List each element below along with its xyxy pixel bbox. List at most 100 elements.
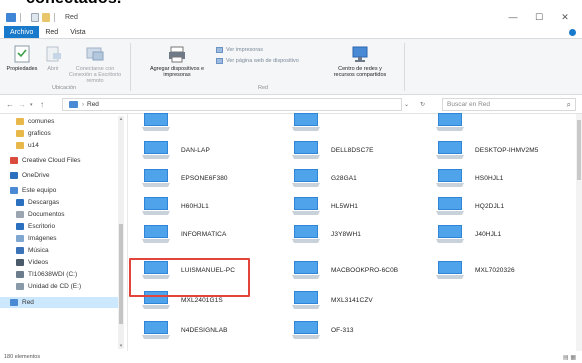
- nav-item-label: Imágenes: [28, 235, 57, 242]
- network-computer-item[interactable]: OF-313: [291, 316, 431, 344]
- nav-item[interactable]: TI10638WDI (C:): [0, 269, 118, 280]
- minimize-button[interactable]: —: [500, 10, 526, 24]
- close-button[interactable]: ✕: [552, 10, 578, 24]
- breadcrumb-red[interactable]: Red: [87, 101, 99, 108]
- properties-label: Propiedades: [6, 66, 38, 72]
- tab-red[interactable]: Red: [39, 26, 64, 38]
- computer-icon: [142, 113, 170, 131]
- caption-text: conectados.: [26, 0, 122, 8]
- chevron-right-icon: ›: [82, 101, 84, 108]
- network-computer-item[interactable]: MACBOOKPRO-6C0B: [291, 256, 431, 284]
- network-computer-item[interactable]: HQ2DJL1: [435, 192, 575, 220]
- network-computer-item[interactable]: DELL8DSC7E: [291, 136, 431, 164]
- computer-icon: [292, 291, 320, 309]
- computer-icon: [292, 113, 320, 131]
- nav-item-label: Creative Cloud Files: [22, 157, 81, 164]
- network-center-icon: [352, 46, 368, 62]
- network-items-view: DAN-LAP DELL8DSC7E DESKTOP-IHMV2M5 EPSONE6F…: [129, 113, 582, 351]
- nav-item[interactable]: Música: [0, 245, 118, 256]
- back-arrow-icon[interactable]: ←: [6, 100, 14, 109]
- network-computer-item[interactable]: MXL3141CZV: [291, 286, 431, 314]
- network-icon: [6, 12, 16, 22]
- help-icon[interactable]: [569, 29, 576, 36]
- computer-name: G28GA1: [331, 174, 357, 182]
- nav-item[interactable]: comunes: [0, 116, 118, 127]
- network-computer-item[interactable]: INFORMATICA: [141, 220, 281, 248]
- nav-item[interactable]: OneDrive: [0, 170, 118, 181]
- recent-chevron-icon[interactable]: ▾: [30, 102, 33, 108]
- web-page-icon: [216, 58, 223, 64]
- properties-icon[interactable]: [31, 12, 39, 22]
- ribbon-tabs: Archivo Red Vista: [0, 26, 582, 38]
- refresh-icon[interactable]: ↻: [420, 101, 425, 108]
- nav-item[interactable]: Documentos: [0, 209, 118, 220]
- scroll-down-icon[interactable]: ▾: [118, 343, 124, 349]
- network-computer-item[interactable]: HL5WH1: [291, 192, 431, 220]
- add-devices-button[interactable]: Agregar dispositivos e impresoras: [144, 45, 210, 78]
- computer-name: OF-313: [331, 326, 354, 334]
- computer-name: MXL3141CZV: [331, 296, 373, 304]
- view-printers-label: Ver impresoras: [226, 47, 263, 53]
- remote-desktop-button[interactable]: Conectarse con Conexión a Escritorio rem…: [64, 45, 126, 84]
- view-printers-button[interactable]: Ver impresoras: [216, 47, 263, 53]
- network-computer-item[interactable]: HS0HJL1: [435, 164, 575, 192]
- nav-item[interactable]: u14: [0, 140, 118, 151]
- up-arrow-icon[interactable]: ↑: [40, 100, 44, 109]
- tab-vista[interactable]: Vista: [64, 26, 91, 38]
- open-button[interactable]: Abrir: [42, 45, 64, 72]
- computer-icon: [292, 225, 320, 243]
- nav-item[interactable]: Creative Cloud Files: [0, 155, 118, 166]
- scroll-up-icon[interactable]: ▴: [118, 116, 124, 122]
- computer-icon: [436, 113, 464, 131]
- nav-item-label: TI10638WDI (C:): [28, 271, 78, 278]
- view-toggle-icon[interactable]: ▤ ▦: [563, 354, 576, 361]
- creative-cloud-icon: [10, 157, 18, 164]
- content-scrollbar[interactable]: [576, 114, 582, 351]
- network-computer-item[interactable]: [435, 108, 575, 136]
- network-computer-item[interactable]: N4DESIGNLAB: [141, 316, 281, 344]
- documents-icon: [16, 211, 24, 218]
- computer-name: MXL2401G1S: [181, 296, 223, 304]
- computer-icon: [436, 225, 464, 243]
- network-computer-item[interactable]: J40HJL1: [435, 220, 575, 248]
- nav-item[interactable]: Vídeos: [0, 257, 118, 268]
- nav-item[interactable]: Escritorio: [0, 221, 118, 232]
- network-computer-item[interactable]: DAN-LAP: [141, 136, 281, 164]
- computer-name: DAN-LAP: [181, 146, 210, 154]
- tab-archivo[interactable]: Archivo: [4, 26, 40, 38]
- computer-icon: [292, 141, 320, 159]
- nav-item[interactable]: Unidad de CD (E:): [0, 281, 118, 292]
- network-computer-item[interactable]: EPSONE6F380: [141, 164, 281, 192]
- nav-item[interactable]: Descargas: [0, 197, 118, 208]
- view-device-page-label: Ver página web de dispositivo: [226, 58, 299, 64]
- network-computer-item[interactable]: [141, 108, 281, 136]
- properties-button[interactable]: Propiedades: [4, 45, 40, 72]
- view-device-page-button[interactable]: Ver página web de dispositivo: [216, 58, 299, 64]
- scroll-thumb[interactable]: [119, 224, 123, 324]
- network-computer-item[interactable]: DESKTOP-IHMV2M5: [435, 136, 575, 164]
- nav-scrollbar[interactable]: ▴ ▾: [118, 116, 124, 349]
- nav-item[interactable]: Red: [0, 297, 118, 308]
- scroll-thumb[interactable]: [577, 120, 581, 180]
- computer-name: DESKTOP-IHMV2M5: [475, 146, 539, 154]
- new-folder-icon[interactable]: [42, 12, 50, 22]
- network-computer-item[interactable]: [435, 286, 575, 314]
- network-computer-item[interactable]: H60HJL1: [141, 192, 281, 220]
- forward-arrow-icon[interactable]: →: [18, 100, 26, 109]
- network-icon: [10, 299, 18, 306]
- network-computer-item[interactable]: MXL7020326: [435, 256, 575, 284]
- network-computer-item[interactable]: J3Y8WH1: [291, 220, 431, 248]
- maximize-button[interactable]: ☐: [526, 10, 552, 24]
- nav-item[interactable]: graficos: [0, 128, 118, 139]
- network-computer-item[interactable]: [291, 108, 431, 136]
- address-dropdown-icon[interactable]: ⌄: [404, 101, 409, 108]
- cd-drive-icon: [16, 283, 24, 290]
- network-center-button[interactable]: Centro de redes y recursos compartidos: [328, 45, 392, 78]
- computer-name: MACBOOKPRO-6C0B: [331, 266, 399, 274]
- nav-item-label: Red: [22, 299, 34, 306]
- nav-item[interactable]: Imágenes: [0, 233, 118, 244]
- network-computer-item[interactable]: [435, 316, 575, 344]
- nav-item[interactable]: Este equipo: [0, 185, 118, 196]
- computer-icon: [142, 169, 170, 187]
- network-computer-item[interactable]: G28GA1: [291, 164, 431, 192]
